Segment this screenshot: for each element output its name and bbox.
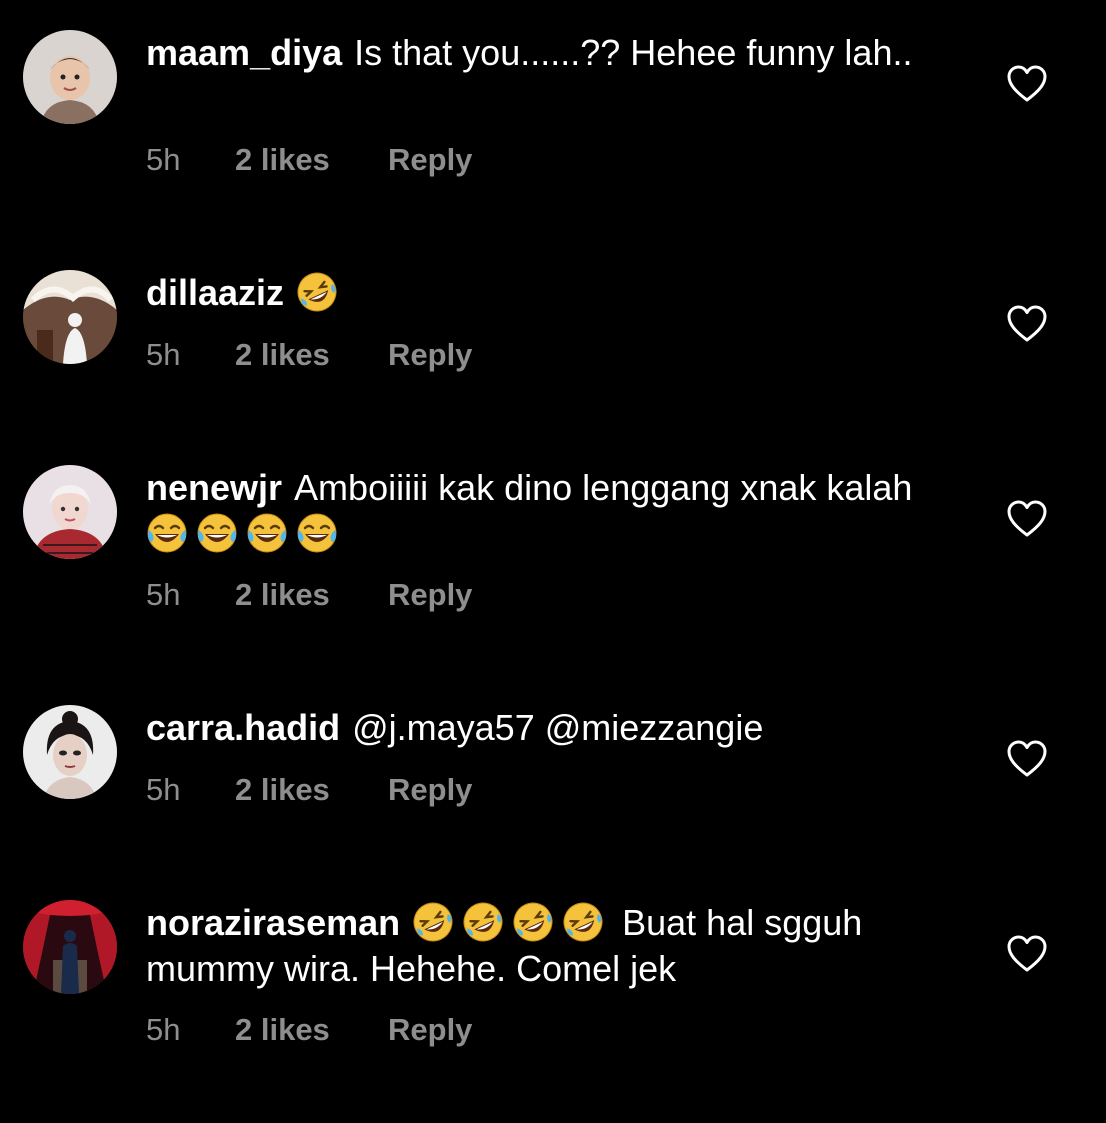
comment-time: 5h xyxy=(146,337,181,372)
heart-outline-icon[interactable] xyxy=(1007,935,1047,973)
rofl-emoji xyxy=(296,271,338,313)
comment-time: 5h xyxy=(146,142,181,177)
comment-time: 5h xyxy=(146,772,181,807)
comment-username[interactable]: maam_diya xyxy=(146,32,342,73)
heart-outline-icon[interactable] xyxy=(1007,305,1047,343)
reply-button[interactable]: Reply xyxy=(388,577,472,613)
comment-likes[interactable]: 2 likes xyxy=(235,1012,388,1048)
avatar[interactable] xyxy=(23,900,117,994)
rofl-emoji xyxy=(462,901,504,943)
comment-username[interactable]: carra.hadid xyxy=(146,707,340,748)
comment-text: carra.hadid @j.maya57 @miezzangie xyxy=(146,705,946,751)
comment-text: dillaaziz xyxy=(146,270,946,316)
comment-meta: 5h 2 likes Reply xyxy=(146,772,472,808)
comment-meta: 5h 2 likes Reply xyxy=(146,1012,472,1048)
comment-meta: 5h 2 likes Reply xyxy=(146,142,472,178)
reply-button[interactable]: Reply xyxy=(388,772,472,808)
comment-message: Is that you......?? Hehee funny lah.. xyxy=(354,32,913,73)
comment-text: noraziraseman Buat hal sgguh mummy wira.… xyxy=(146,900,946,992)
comment-username[interactable]: noraziraseman xyxy=(146,902,400,943)
reply-button[interactable]: Reply xyxy=(388,1012,472,1048)
joy-emoji xyxy=(196,512,238,554)
comment-time: 5h xyxy=(146,1012,181,1047)
avatar[interactable] xyxy=(23,705,117,799)
joy-emoji xyxy=(146,512,188,554)
heart-outline-icon[interactable] xyxy=(1007,740,1047,778)
comment-text: maam_diya Is that you......?? Hehee funny… xyxy=(146,30,946,76)
comment-likes[interactable]: 2 likes xyxy=(235,577,388,613)
comment-time: 5h xyxy=(146,577,181,612)
comment-message: @j.maya57 @miezzangie xyxy=(352,707,764,748)
reply-button[interactable]: Reply xyxy=(388,142,472,178)
rofl-emoji xyxy=(412,901,454,943)
heart-outline-icon[interactable] xyxy=(1007,500,1047,538)
comment-username[interactable]: dillaaziz xyxy=(146,272,284,313)
reply-button[interactable]: Reply xyxy=(388,337,472,373)
avatar[interactable] xyxy=(23,30,117,124)
avatar[interactable] xyxy=(23,270,117,364)
comment-likes[interactable]: 2 likes xyxy=(235,337,388,373)
comment-meta: 5h 2 likes Reply xyxy=(146,577,472,613)
joy-emoji xyxy=(246,512,288,554)
comment-username[interactable]: nenewjr xyxy=(146,467,282,508)
comment-meta: 5h 2 likes Reply xyxy=(146,337,472,373)
comment-likes[interactable]: 2 likes xyxy=(235,772,388,808)
rofl-emoji xyxy=(562,901,604,943)
comment-text: nenewjr Amboiiiii kak dino lenggang xnak … xyxy=(146,465,946,557)
comment-message: Amboiiiii kak dino lenggang xnak kalah xyxy=(294,467,913,508)
avatar[interactable] xyxy=(23,465,117,559)
heart-outline-icon[interactable] xyxy=(1007,65,1047,103)
joy-emoji xyxy=(296,512,338,554)
comment-likes[interactable]: 2 likes xyxy=(235,142,388,178)
rofl-emoji xyxy=(512,901,554,943)
